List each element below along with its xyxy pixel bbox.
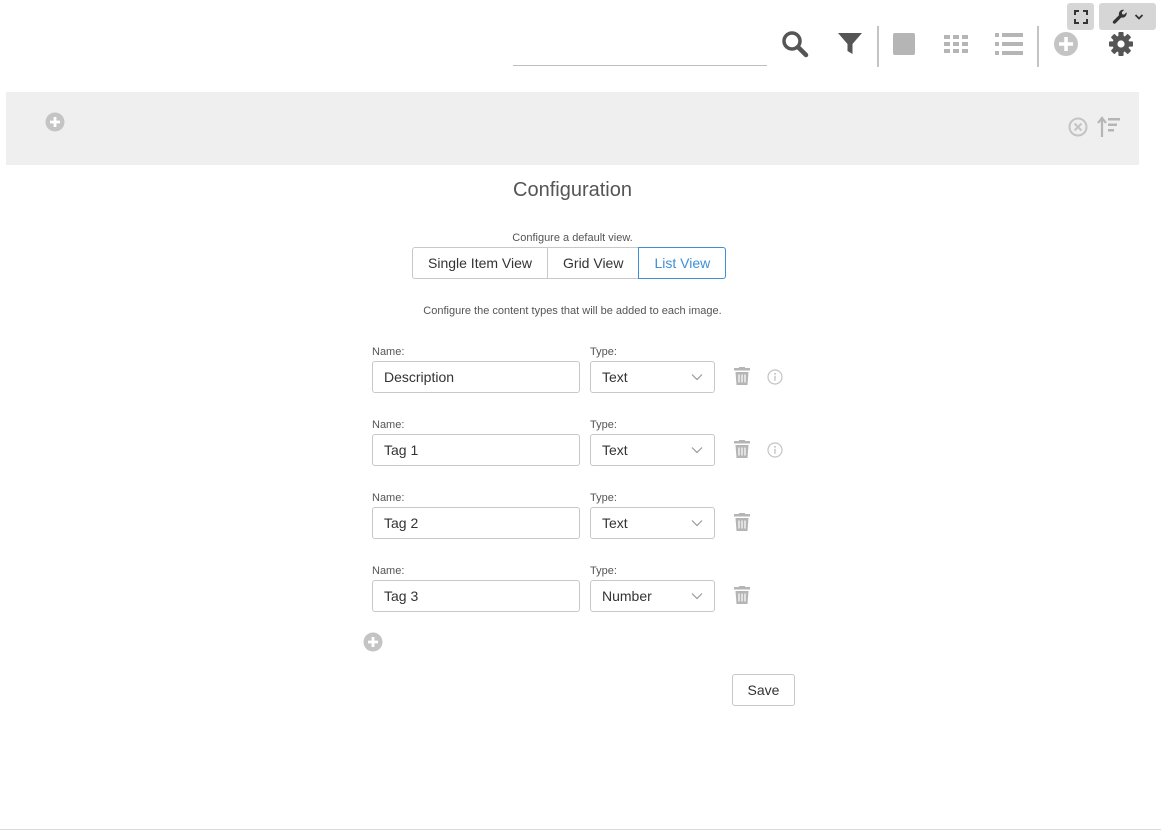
- field-type-value: Number: [602, 588, 652, 604]
- filter-button[interactable]: [834, 28, 866, 60]
- single-item-view-button[interactable]: [888, 28, 920, 60]
- trash-icon[interactable]: [734, 367, 750, 385]
- chevron-down-icon: [691, 374, 703, 381]
- gear-icon: [1109, 32, 1133, 56]
- info-icon[interactable]: [767, 369, 783, 385]
- type-label: Type:: [590, 565, 617, 577]
- chevron-down-icon: [1134, 13, 1143, 20]
- field-name-input[interactable]: [372, 507, 580, 539]
- content-type-row: Name: Type: Text: [372, 492, 792, 552]
- chevron-down-icon: [691, 520, 703, 527]
- field-type-value: Text: [602, 442, 628, 458]
- settings-button[interactable]: [1105, 28, 1137, 60]
- field-name-input[interactable]: [372, 580, 580, 612]
- sort-icon: [1097, 116, 1120, 137]
- field-type-select[interactable]: Text: [590, 507, 715, 539]
- grid-view-icon: [944, 35, 968, 53]
- content-type-row: Name: Type: Number: [372, 565, 792, 625]
- add-icon: [363, 632, 383, 652]
- content-type-row: Name: Type: Text: [372, 419, 792, 479]
- chevron-down-icon: [691, 447, 703, 454]
- list-view-option[interactable]: List View: [638, 247, 727, 279]
- type-label: Type:: [590, 346, 617, 358]
- search-input[interactable]: [513, 28, 767, 66]
- field-type-select[interactable]: Text: [590, 434, 715, 466]
- toolbar-separator: [1037, 26, 1039, 67]
- clear-button[interactable]: [1068, 117, 1088, 137]
- default-view-caption: Configure a default view.: [512, 232, 633, 244]
- field-type-value: Text: [602, 369, 628, 385]
- search-button[interactable]: [779, 28, 811, 60]
- sort-button[interactable]: [1097, 115, 1121, 139]
- single-item-view-option[interactable]: Single Item View: [412, 247, 549, 279]
- name-label: Name:: [372, 565, 405, 577]
- list-view-icon: [995, 33, 1023, 55]
- tools-menu-button[interactable]: [1099, 3, 1156, 30]
- field-type-select[interactable]: Number: [590, 580, 715, 612]
- search-icon: [782, 31, 809, 58]
- bottom-divider: [0, 829, 1161, 830]
- name-label: Name:: [372, 346, 405, 358]
- fullscreen-button[interactable]: [1067, 3, 1094, 30]
- field-name-input[interactable]: [372, 434, 580, 466]
- type-label: Type:: [590, 492, 617, 504]
- field-type-value: Text: [602, 515, 628, 531]
- field-name-input[interactable]: [372, 361, 580, 393]
- default-view-selector: Single Item View Grid View List View: [412, 247, 727, 279]
- content-types-caption: Configure the content types that will be…: [423, 305, 722, 317]
- add-icon: [45, 112, 65, 132]
- header-bar: [6, 92, 1139, 165]
- fullscreen-icon: [1073, 9, 1088, 24]
- name-label: Name:: [372, 419, 405, 431]
- toolbar-separator: [877, 26, 879, 67]
- add-content-type-button[interactable]: [363, 632, 383, 652]
- add-filter-button[interactable]: [45, 112, 65, 132]
- info-icon[interactable]: [767, 442, 783, 458]
- trash-icon[interactable]: [734, 513, 750, 531]
- page-title: Configuration: [513, 179, 632, 201]
- add-icon: [1054, 32, 1078, 56]
- save-button[interactable]: Save: [732, 674, 795, 706]
- type-label: Type:: [590, 419, 617, 431]
- name-label: Name:: [372, 492, 405, 504]
- content-type-row: Name: Type: Text: [372, 346, 792, 406]
- chevron-down-icon: [691, 593, 703, 600]
- grid-view-option[interactable]: Grid View: [547, 247, 640, 279]
- trash-icon[interactable]: [734, 586, 750, 604]
- list-view-button[interactable]: [993, 28, 1025, 60]
- grid-view-button[interactable]: [940, 28, 972, 60]
- clear-icon: [1068, 117, 1088, 137]
- wrench-icon: [1112, 9, 1127, 24]
- field-type-select[interactable]: Text: [590, 361, 715, 393]
- trash-icon[interactable]: [734, 440, 750, 458]
- filter-icon: [838, 33, 862, 54]
- single-item-view-icon: [893, 33, 915, 55]
- add-item-button[interactable]: [1050, 28, 1082, 60]
